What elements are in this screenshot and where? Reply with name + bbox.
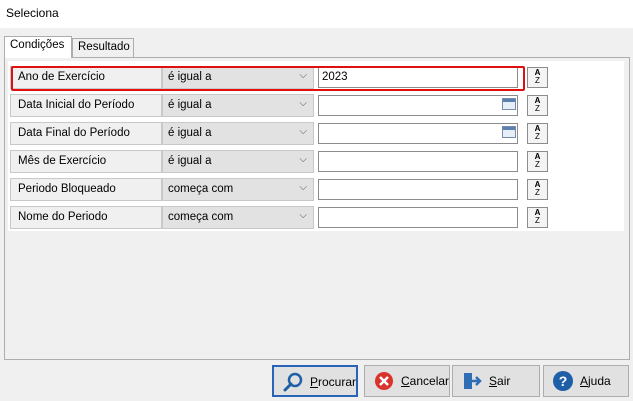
chevron-down-icon: ⌵ <box>299 182 307 193</box>
ajuda-label: juda <box>588 374 611 388</box>
tab-resultado[interactable]: Resultado <box>72 38 134 57</box>
condition-row: Data Inicial do Período é igual a ⌵ AZ <box>8 91 548 119</box>
exit-icon <box>464 373 482 389</box>
chevron-down-icon: ⌵ <box>299 126 307 137</box>
operator-value: começa com <box>168 183 234 195</box>
sort-button[interactable]: AZ <box>527 151 548 172</box>
sair-button[interactable]: Sair <box>452 365 540 397</box>
sort-za-label: Z <box>535 216 540 225</box>
cancelar-mnemonic: C <box>401 374 410 388</box>
tab-condicoes[interactable]: Condições <box>4 36 72 58</box>
sort-za-label: Z <box>535 188 540 197</box>
condition-field-label: Data Final do Período <box>10 122 162 145</box>
operator-select[interactable]: é igual a ⌵ <box>162 66 314 89</box>
sair-mnemonic: S <box>489 374 498 388</box>
sort-za-label: Z <box>535 132 540 141</box>
operator-value: é igual a <box>168 155 212 167</box>
sort-button[interactable]: AZ <box>527 67 548 88</box>
sort-button[interactable]: AZ <box>527 123 548 144</box>
search-icon <box>283 372 303 392</box>
value-input[interactable] <box>318 207 518 228</box>
condition-field-label: Data Inicial do Período <box>10 94 162 117</box>
condition-row: Periodo Bloqueado começa com ⌵ AZ <box>8 175 548 203</box>
window-title: Seleciona <box>0 0 633 28</box>
procurar-label: rocurar <box>318 375 357 389</box>
conditions-grid: Ano de Exercício é igual a ⌵ 2023 AZ Data… <box>8 61 624 231</box>
procurar-mnemonic: P <box>310 375 319 389</box>
sort-za-label: Z <box>535 160 540 169</box>
condition-row: Mês de Exercício é igual a ⌵ AZ <box>8 147 548 175</box>
condition-row: Data Final do Período é igual a ⌵ AZ <box>8 119 548 147</box>
condition-field-label: Mês de Exercício <box>10 150 162 173</box>
condition-row: Ano de Exercício é igual a ⌵ 2023 AZ <box>8 63 548 91</box>
ajuda-button[interactable]: ? Ajuda <box>543 365 629 397</box>
sair-label: air <box>497 374 511 388</box>
date-input[interactable] <box>318 95 518 116</box>
sort-button[interactable]: AZ <box>527 179 548 200</box>
operator-select[interactable]: é igual a ⌵ <box>162 122 314 145</box>
value-input[interactable] <box>318 179 518 200</box>
value-input[interactable]: 2023 <box>318 67 518 88</box>
sort-za-label: Z <box>535 104 540 113</box>
chevron-down-icon: ⌵ <box>299 98 307 109</box>
calendar-icon[interactable] <box>502 126 516 138</box>
condition-field-label: Ano de Exercício <box>10 66 162 89</box>
conditions-panel: Ano de Exercício é igual a ⌵ 2023 AZ Data… <box>4 57 630 360</box>
operator-select[interactable]: começa com ⌵ <box>162 206 314 229</box>
ajuda-mnemonic: A <box>580 374 589 388</box>
calendar-icon[interactable] <box>502 98 516 110</box>
cancel-icon <box>375 372 393 390</box>
sort-za-label: Z <box>535 76 540 85</box>
operator-value: é igual a <box>168 99 212 111</box>
date-input[interactable] <box>318 123 518 144</box>
condition-field-label: Nome do Periodo <box>10 206 162 229</box>
condition-field-label: Periodo Bloqueado <box>10 178 162 201</box>
svg-text:?: ? <box>559 373 568 389</box>
procurar-button[interactable]: Procurar <box>272 365 358 397</box>
operator-value: começa com <box>168 211 234 223</box>
chevron-down-icon: ⌵ <box>299 210 307 221</box>
operator-select[interactable]: começa com ⌵ <box>162 178 314 201</box>
chevron-down-icon: ⌵ <box>299 154 307 165</box>
chevron-down-icon: ⌵ <box>299 70 307 81</box>
operator-select[interactable]: é igual a ⌵ <box>162 150 314 173</box>
help-icon: ? <box>553 371 573 391</box>
cancelar-label: ancelar <box>409 374 450 388</box>
operator-value: é igual a <box>168 71 212 83</box>
value-input[interactable] <box>318 151 518 172</box>
condition-row: Nome do Periodo começa com ⌵ AZ <box>8 203 548 231</box>
sort-button[interactable]: AZ <box>527 95 548 116</box>
cancelar-button[interactable]: Cancelar <box>364 365 450 397</box>
sort-button[interactable]: AZ <box>527 207 548 228</box>
operator-value: é igual a <box>168 127 212 139</box>
operator-select[interactable]: é igual a ⌵ <box>162 94 314 117</box>
